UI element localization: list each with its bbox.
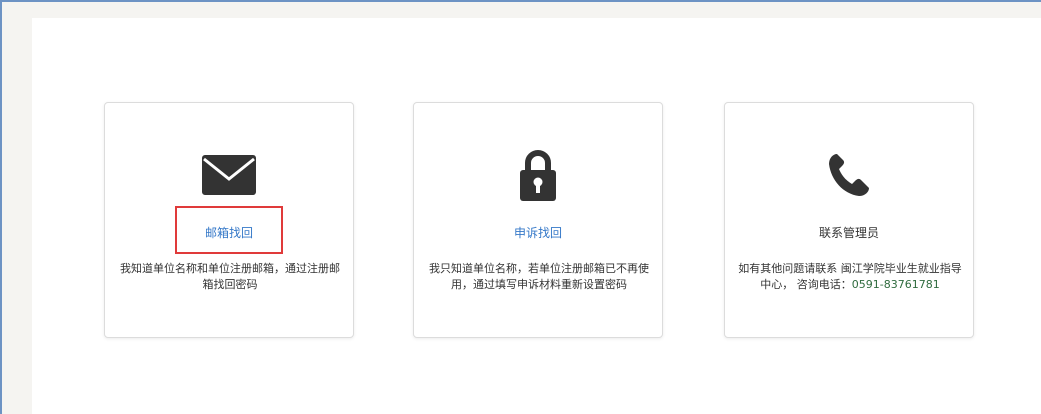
page-top-band	[2, 2, 1041, 18]
email-recovery-card[interactable]: 邮箱找回 我知道单位名称和单位注册邮箱，通过注册邮箱找回密码	[104, 102, 354, 338]
email-recovery-description: 我知道单位名称和单位注册邮箱，通过注册邮箱找回密码	[120, 262, 340, 291]
appeal-recovery-card[interactable]: 申诉找回 我只知道单位名称，若单位注册邮箱已不再使用，通过填写申诉材料重新设置密…	[413, 102, 663, 338]
phone-icon	[725, 149, 973, 201]
lock-icon	[414, 149, 662, 201]
phone-number: 0591-83761781	[851, 278, 940, 291]
appeal-recovery-description: 我只知道单位名称，若单位注册邮箱已不再使用，通过填写申诉材料重新设置密码	[429, 262, 649, 291]
contact-admin-description: 如有其他问题请联系 闽江学院毕业生就业指导中心， 咨询电话：0591-83761…	[737, 261, 963, 293]
contact-admin-card[interactable]: 联系管理员 如有其他问题请联系 闽江学院毕业生就业指导中心， 咨询电话：0591…	[724, 102, 974, 338]
contact-admin-title: 联系管理员	[818, 226, 879, 240]
page-left-gutter	[2, 2, 32, 414]
email-recovery-link[interactable]: 邮箱找回	[105, 224, 353, 242]
appeal-recovery-link[interactable]: 申诉找回	[414, 224, 662, 242]
envelope-icon	[105, 149, 353, 201]
